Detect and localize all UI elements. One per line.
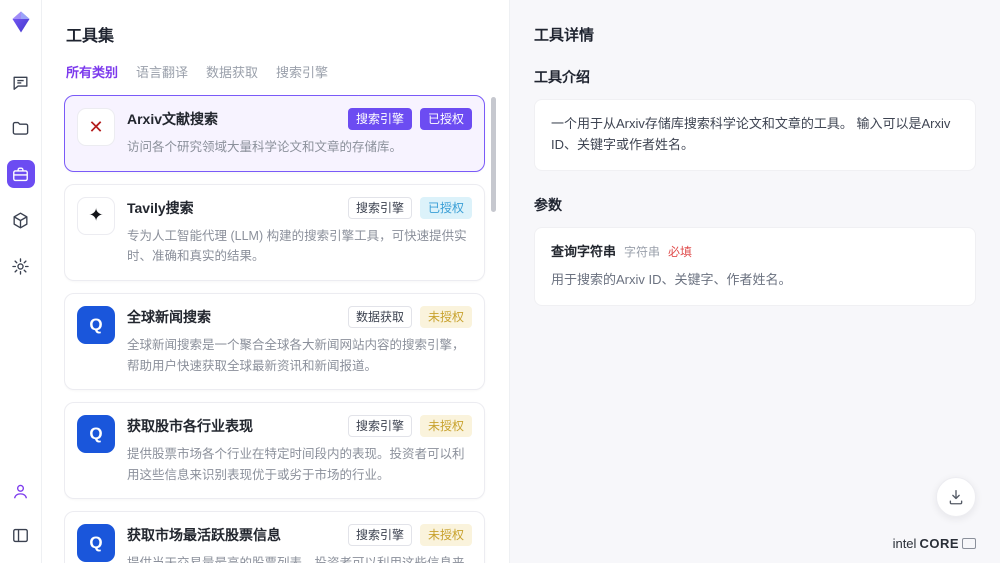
- auth-status-badge: 未授权: [420, 415, 472, 437]
- list-scrollbar[interactable]: [491, 97, 496, 212]
- tavily-glyph: ✦: [88, 205, 103, 226]
- auth-status-badge: 未授权: [420, 524, 472, 546]
- category-badge: 搜索引擎: [348, 108, 412, 130]
- tab-data-fetch[interactable]: 数据获取: [206, 62, 258, 81]
- chat-nav-icon[interactable]: [7, 68, 35, 96]
- auth-status-badge: 已授权: [420, 197, 472, 219]
- collapse-panel-icon[interactable]: [7, 521, 35, 549]
- app-logo-icon[interactable]: [9, 10, 33, 34]
- intro-text: 一个用于从Arxiv存储库搜索科学论文和文章的工具。 输入可以是Arxiv ID…: [551, 116, 950, 152]
- auth-status-badge: 已授权: [420, 108, 472, 130]
- auth-status-badge: 未授权: [420, 306, 472, 328]
- tab-search-engine[interactable]: 搜索引擎: [276, 62, 328, 81]
- category-badge: 搜索引擎: [348, 197, 412, 219]
- param-name: 查询字符串: [551, 242, 616, 263]
- tools-scroll-area: ✕ Arxiv文献搜索 搜索引擎 已授权 访问各个研究领域大量科学论文和文章的存…: [64, 95, 499, 563]
- intro-section-heading: 工具介绍: [534, 67, 976, 87]
- tavily-logo-icon: ✦: [77, 197, 115, 235]
- param-card: 查询字符串 字符串 必填 用于搜索的Arxiv ID、关键字、作者姓名。: [534, 227, 976, 307]
- arxiv-glyph: ✕: [88, 117, 103, 138]
- download-button[interactable]: [936, 477, 976, 517]
- intro-card: 一个用于从Arxiv存储库搜索科学论文和文章的工具。 输入可以是Arxiv ID…: [534, 99, 976, 171]
- stocks-app-logo-icon: Q: [77, 524, 115, 562]
- package-nav-icon[interactable]: [7, 206, 35, 234]
- tool-card-body: Tavily搜索 搜索引擎 已授权 专为人工智能代理 (LLM) 构建的搜索引擎…: [127, 197, 472, 267]
- news-glyph: Q: [89, 315, 102, 335]
- tool-name: 获取市场最活跃股票信息: [127, 525, 340, 545]
- download-icon: [947, 488, 965, 506]
- category-tabs: 所有类别 语言翻译 数据获取 搜索引擎: [66, 62, 499, 81]
- tab-language-translation[interactable]: 语言翻译: [136, 62, 188, 81]
- tool-card-sector-performance[interactable]: Q 获取股市各行业表现 搜索引擎 未授权 提供股票市场各个行业在特定时间段内的表…: [64, 402, 485, 499]
- tools-list-panel: 工具集 所有类别 语言翻译 数据获取 搜索引擎 ✕ Arxiv文献搜索 搜索引擎…: [42, 0, 510, 563]
- params-section-heading: 参数: [534, 195, 976, 215]
- tool-card-body: 获取股市各行业表现 搜索引擎 未授权 提供股票市场各个行业在特定时间段内的表现。…: [127, 415, 472, 485]
- arxiv-logo-icon: ✕: [77, 108, 115, 146]
- rail-nav: [7, 68, 35, 280]
- rail-bottom: [7, 477, 35, 553]
- tool-detail-panel: 工具详情 工具介绍 一个用于从Arxiv存储库搜索科学论文和文章的工具。 输入可…: [510, 0, 1000, 563]
- param-required-flag: 必填: [668, 243, 692, 262]
- intel-brand-text: intel: [893, 536, 917, 551]
- category-badge: 搜索引擎: [348, 415, 412, 437]
- tool-card-body: 获取市场最活跃股票信息 搜索引擎 未授权 提供当天交易量最高的股票列表，投资者可…: [127, 524, 472, 563]
- tool-name: Tavily搜索: [127, 198, 340, 218]
- news-app-logo-icon: Q: [77, 306, 115, 344]
- settings-nav-icon[interactable]: [7, 252, 35, 280]
- tool-card-body: Arxiv文献搜索 搜索引擎 已授权 访问各个研究领域大量科学论文和文章的存储库…: [127, 108, 472, 158]
- category-badge: 数据获取: [348, 306, 412, 328]
- param-type: 字符串: [624, 243, 660, 262]
- intel-core-logo: intel CORE: [893, 536, 976, 551]
- stocks-glyph: Q: [89, 424, 102, 444]
- user-profile-icon[interactable]: [7, 477, 35, 505]
- tool-description: 专为人工智能代理 (LLM) 构建的搜索引擎工具，可快速提供实时、准确和真实的结…: [127, 226, 472, 267]
- tool-card-tavily[interactable]: ✦ Tavily搜索 搜索引擎 已授权 专为人工智能代理 (LLM) 构建的搜索…: [64, 184, 485, 281]
- chip-badge-icon: [962, 538, 976, 549]
- stocks-app-logo-icon: Q: [77, 415, 115, 453]
- icon-rail: [0, 0, 42, 563]
- detail-panel-title: 工具详情: [534, 24, 976, 45]
- tools-panel-title: 工具集: [66, 22, 499, 46]
- tool-name: 获取股市各行业表现: [127, 416, 340, 436]
- tool-description: 访问各个研究领域大量科学论文和文章的存储库。: [127, 137, 472, 158]
- tool-description: 提供股票市场各个行业在特定时间段内的表现。投资者可以利用这些信息来识别表现优于或…: [127, 444, 472, 485]
- folder-nav-icon[interactable]: [7, 114, 35, 142]
- tool-card-most-active-stocks[interactable]: Q 获取市场最活跃股票信息 搜索引擎 未授权 提供当天交易量最高的股票列表，投资…: [64, 511, 485, 563]
- toolbox-nav-icon[interactable]: [7, 160, 35, 188]
- tool-name: Arxiv文献搜索: [127, 109, 340, 129]
- tool-description: 提供当天交易量最高的股票列表，投资者可以利用这些信息来识别流动性强的股票和潜在的…: [127, 553, 472, 563]
- core-brand-text: CORE: [919, 536, 959, 551]
- tool-description: 全球新闻搜索是一个聚合全球各大新闻网站内容的搜索引擎，帮助用户快速获取全球最新资…: [127, 335, 472, 376]
- tool-card-body: 全球新闻搜索 数据获取 未授权 全球新闻搜索是一个聚合全球各大新闻网站内容的搜索…: [127, 306, 472, 376]
- stocks-glyph: Q: [89, 533, 102, 553]
- tool-name: 全球新闻搜索: [127, 307, 340, 327]
- tab-all-categories[interactable]: 所有类别: [66, 62, 118, 81]
- param-description: 用于搜索的Arxiv ID、关键字、作者姓名。: [551, 270, 959, 291]
- tool-card-global-news[interactable]: Q 全球新闻搜索 数据获取 未授权 全球新闻搜索是一个聚合全球各大新闻网站内容的…: [64, 293, 485, 390]
- tool-card-arxiv[interactable]: ✕ Arxiv文献搜索 搜索引擎 已授权 访问各个研究领域大量科学论文和文章的存…: [64, 95, 485, 172]
- category-badge: 搜索引擎: [348, 524, 412, 546]
- app-window: 工具集 所有类别 语言翻译 数据获取 搜索引擎 ✕ Arxiv文献搜索 搜索引擎…: [0, 0, 1000, 563]
